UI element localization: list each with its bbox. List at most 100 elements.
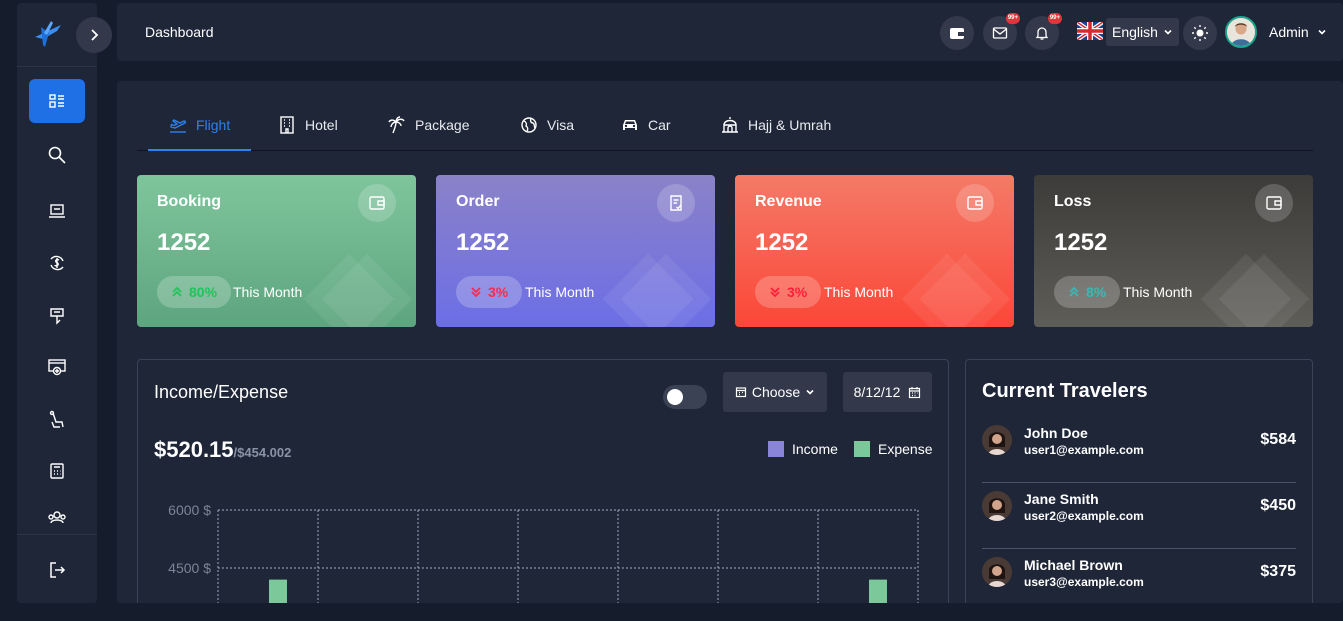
traveler-row[interactable]: Jane Smith user2@example.com $450 xyxy=(982,483,1296,549)
legend-swatch xyxy=(768,441,784,457)
sun-icon xyxy=(1192,25,1208,41)
card-period: This Month xyxy=(525,284,595,300)
card-icon-button[interactable] xyxy=(657,184,695,222)
traveler-name: John Doe xyxy=(1024,425,1088,441)
double-chevron-down-icon xyxy=(770,287,780,298)
service-tabs: Flight Hotel Package Visa Car Hajj & Umr… xyxy=(137,105,1313,151)
change-badge: 3% xyxy=(755,276,822,308)
sidebar xyxy=(17,3,112,603)
period-label: Choose xyxy=(751,384,801,400)
card-icon-button[interactable] xyxy=(358,184,396,222)
notification-badge: 99+ xyxy=(1047,13,1062,24)
sidebar-item-support[interactable] xyxy=(29,499,85,525)
double-chevron-up-icon xyxy=(1069,286,1079,297)
user-menu[interactable]: Admin xyxy=(1269,24,1327,40)
stat-card-revenue: Revenue 1252 3% This Month xyxy=(735,175,1014,327)
card-value: 1252 xyxy=(1054,229,1108,256)
traveler-amount: $584 xyxy=(1260,431,1296,448)
theme-toggle-button[interactable] xyxy=(1183,16,1217,50)
legend-label: Income xyxy=(792,441,838,457)
income-expense-toggle[interactable] xyxy=(663,385,707,409)
tab-car[interactable]: Car xyxy=(620,115,671,135)
traveler-row[interactable]: John Doe user1@example.com $584 xyxy=(982,417,1296,483)
change-value: 3% xyxy=(787,284,808,300)
change-badge: 3% xyxy=(456,276,523,308)
panel-title: Income/Expense xyxy=(154,382,289,402)
traveler-row[interactable]: Michael Brown user3@example.com $375 xyxy=(982,549,1296,603)
dashboard-icon xyxy=(49,94,64,108)
panel-title: Current Travelers xyxy=(982,380,1148,402)
tab-label: Hajj & Umrah xyxy=(748,117,832,133)
income-expense-panel: Income/Expense Choose 8/12/12 $520.15/$4… xyxy=(137,359,949,603)
sidebar-item-deals[interactable] xyxy=(29,294,85,338)
tab-hajj-umrah[interactable]: Hajj & Umrah xyxy=(720,115,831,135)
sidebar-item-refund[interactable] xyxy=(29,241,85,285)
invoice-check-icon xyxy=(670,195,682,211)
tab-label: Visa xyxy=(547,117,574,133)
y-tick-label: 6000 $ xyxy=(168,502,211,518)
language-select[interactable]: English xyxy=(1106,18,1179,46)
traveler-email: user3@example.com xyxy=(1024,575,1144,589)
legend-income[interactable]: Income xyxy=(768,441,838,457)
legend-label: Expense xyxy=(878,441,933,457)
chevron-down-icon xyxy=(1318,29,1326,35)
traveler-email: user2@example.com xyxy=(1024,509,1144,523)
messages-button[interactable]: 99+ xyxy=(983,13,1020,50)
sidebar-item-reports[interactable] xyxy=(29,449,85,493)
page-title: Dashboard xyxy=(145,24,214,40)
sidebar-item-search[interactable] xyxy=(29,133,85,177)
wallet-icon xyxy=(967,196,983,210)
traveler-name: Jane Smith xyxy=(1024,491,1099,507)
card-icon-button[interactable] xyxy=(956,184,994,222)
bell-icon xyxy=(1035,27,1049,40)
tab-flight[interactable]: Flight xyxy=(168,115,230,135)
mail-badge: 99+ xyxy=(1005,13,1020,24)
wallet-button[interactable] xyxy=(940,16,974,50)
total-amount: $520.15/$454.002 xyxy=(154,437,291,463)
ticket-icon xyxy=(50,308,64,325)
calendar-icon xyxy=(909,386,921,398)
legend-expense[interactable]: Expense xyxy=(854,441,932,457)
traveler-amount: $450 xyxy=(1260,497,1296,514)
double-chevron-down-icon xyxy=(471,287,481,298)
card-title: Loss xyxy=(1054,193,1092,210)
card-icon-button[interactable] xyxy=(1255,184,1293,222)
sidebar-item-payments[interactable] xyxy=(29,345,85,389)
traveler-avatar xyxy=(982,425,1012,455)
date-value: 8/12/12 xyxy=(853,384,901,400)
change-value: 3% xyxy=(488,284,509,300)
period-dropdown[interactable]: Choose xyxy=(723,372,827,412)
globe-icon xyxy=(521,117,537,133)
traveler-avatar xyxy=(982,491,1012,521)
sidebar-item-booking[interactable] xyxy=(29,189,85,233)
stat-card-order: Order 1252 3% This Month xyxy=(436,175,715,327)
total-value: $520.15 xyxy=(154,437,234,462)
sidebar-toggle-button[interactable] xyxy=(76,17,112,53)
sidebar-item-seat[interactable] xyxy=(29,398,85,442)
card-title: Order xyxy=(456,193,500,210)
date-picker[interactable]: 8/12/12 xyxy=(843,372,932,412)
card-period: This Month xyxy=(233,284,303,300)
traveler-amount: $375 xyxy=(1260,563,1296,580)
app-logo[interactable] xyxy=(31,17,65,51)
tab-label: Car xyxy=(648,117,671,133)
logout-icon xyxy=(50,562,66,578)
legend-swatch xyxy=(854,441,870,457)
tab-package[interactable]: Package xyxy=(387,115,469,135)
traveler-email: user1@example.com xyxy=(1024,443,1144,457)
notifications-button[interactable]: 99+ xyxy=(1025,13,1062,50)
building-icon xyxy=(280,116,294,134)
tab-visa[interactable]: Visa xyxy=(519,115,574,135)
card-period: This Month xyxy=(1123,284,1193,300)
change-value: 8% xyxy=(1086,284,1107,300)
toggle-knob xyxy=(667,389,683,405)
card-value: 1252 xyxy=(755,229,809,256)
total-sub-value: /$454.002 xyxy=(233,445,292,460)
sidebar-item-dashboard[interactable] xyxy=(29,79,85,123)
user-avatar[interactable] xyxy=(1225,16,1257,48)
logout-button[interactable] xyxy=(29,548,85,592)
car-icon xyxy=(623,120,637,130)
card-value: 1252 xyxy=(157,229,211,256)
tab-hotel[interactable]: Hotel xyxy=(277,115,338,135)
wallet-icon xyxy=(369,196,385,210)
